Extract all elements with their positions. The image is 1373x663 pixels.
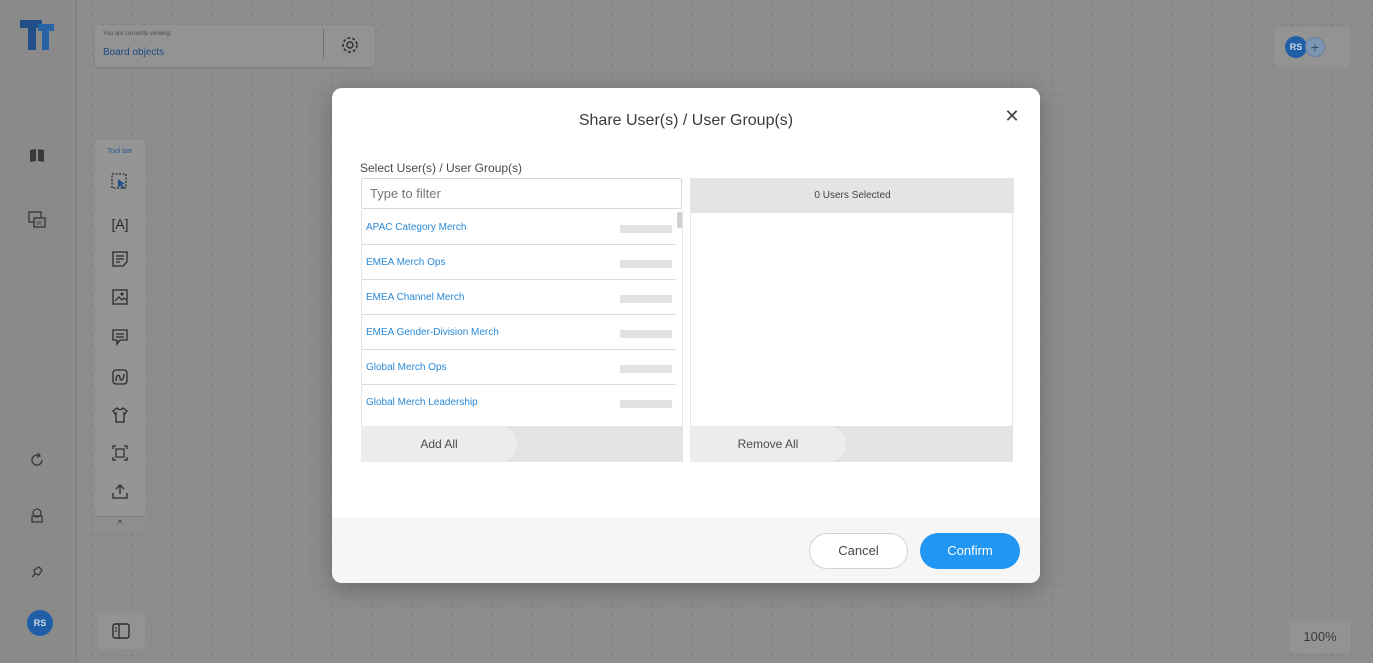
filter-input[interactable]: [361, 178, 682, 209]
zoom-level[interactable]: 100%: [1289, 621, 1351, 653]
list-item[interactable]: EMEA Merch Ops: [362, 245, 676, 280]
toolbar-label: Tool bar: [107, 148, 133, 155]
share-modal: Share User(s) / User Group(s) ✕ Select U…: [332, 88, 1040, 583]
placeholder-bar: [620, 400, 672, 408]
text-tool-icon[interactable]: [A]: [108, 212, 132, 236]
confirm-button[interactable]: Confirm: [920, 533, 1020, 569]
book-icon[interactable]: [26, 146, 48, 168]
group-name[interactable]: EMEA Gender-Division Merch: [366, 327, 499, 338]
selected-footer: Remove All: [690, 426, 1013, 462]
list-scrollbar[interactable]: [677, 212, 682, 228]
placeholder-bar: [620, 260, 672, 268]
selected-count: 0 Users Selected: [691, 178, 1014, 213]
left-rail: W RS: [0, 0, 77, 663]
user-avatar[interactable]: RS: [27, 610, 53, 636]
selected-panel: 0 Users Selected: [690, 178, 1014, 426]
tool-bar: Tool bar [A] ^: [95, 140, 145, 532]
comment-tool-icon[interactable]: [108, 328, 132, 352]
select-tool-icon[interactable]: [108, 172, 132, 196]
group-list[interactable]: APAC Category Merch EMEA Merch Ops EMEA …: [361, 210, 683, 426]
note-tool-icon[interactable]: [108, 250, 132, 274]
shapes-icon[interactable]: [26, 507, 48, 529]
close-icon[interactable]: ✕: [1002, 106, 1022, 126]
add-all-button[interactable]: Add All: [361, 426, 517, 462]
add-collaborator-icon[interactable]: +: [1305, 37, 1325, 57]
settings-gear-icon[interactable]: [339, 34, 361, 56]
image-tool-icon[interactable]: [108, 288, 132, 312]
select-label: Select User(s) / User Group(s): [360, 161, 523, 175]
group-name[interactable]: EMEA Channel Merch: [366, 292, 464, 303]
viewing-selector[interactable]: You are currently viewing: Board objects: [95, 25, 375, 67]
viewing-caption: You are currently viewing:: [103, 31, 172, 37]
product-tool-icon[interactable]: [108, 406, 132, 430]
group-name[interactable]: APAC Category Merch: [366, 222, 466, 233]
panel-toggle-button[interactable]: [97, 613, 145, 649]
group-name[interactable]: EMEA Merch Ops: [366, 257, 445, 268]
panel-toggle-icon: [112, 623, 130, 639]
app-logo[interactable]: [20, 20, 56, 50]
pin-icon[interactable]: [26, 564, 48, 586]
group-name[interactable]: Global Merch Leadership: [366, 397, 478, 408]
divider: [323, 29, 324, 59]
placeholder-bar: [620, 330, 672, 338]
collaborators-panel: RS +: [1275, 27, 1350, 67]
whiteboard-icon[interactable]: W: [26, 210, 48, 232]
svg-text:W: W: [36, 221, 42, 227]
list-item[interactable]: EMEA Gender-Division Merch: [362, 315, 676, 350]
remove-all-button[interactable]: Remove All: [690, 426, 846, 462]
list-item[interactable]: APAC Category Merch: [362, 210, 676, 245]
modal-title: Share User(s) / User Group(s): [578, 112, 794, 129]
refresh-icon[interactable]: [26, 452, 48, 474]
group-list-footer: Add All: [361, 426, 683, 462]
pen-tool-icon[interactable]: [108, 368, 132, 392]
placeholder-bar: [620, 225, 672, 233]
toolbar-collapse-button[interactable]: ^: [95, 516, 145, 532]
group-name[interactable]: Global Merch Ops: [366, 362, 447, 373]
modal-footer: Cancel Confirm: [332, 518, 1040, 583]
collaborator-avatar[interactable]: RS: [1285, 36, 1307, 58]
viewing-value[interactable]: Board objects: [103, 47, 164, 58]
cancel-button[interactable]: Cancel: [809, 533, 908, 569]
placeholder-bar: [620, 295, 672, 303]
upload-tool-icon[interactable]: [108, 482, 132, 506]
list-item[interactable]: EMEA Channel Merch: [362, 280, 676, 315]
placeholder-bar: [620, 365, 672, 373]
list-item[interactable]: Global Merch Ops: [362, 350, 676, 385]
list-item[interactable]: Global Merch Leadership: [362, 385, 676, 420]
frame-tool-icon[interactable]: [108, 444, 132, 468]
